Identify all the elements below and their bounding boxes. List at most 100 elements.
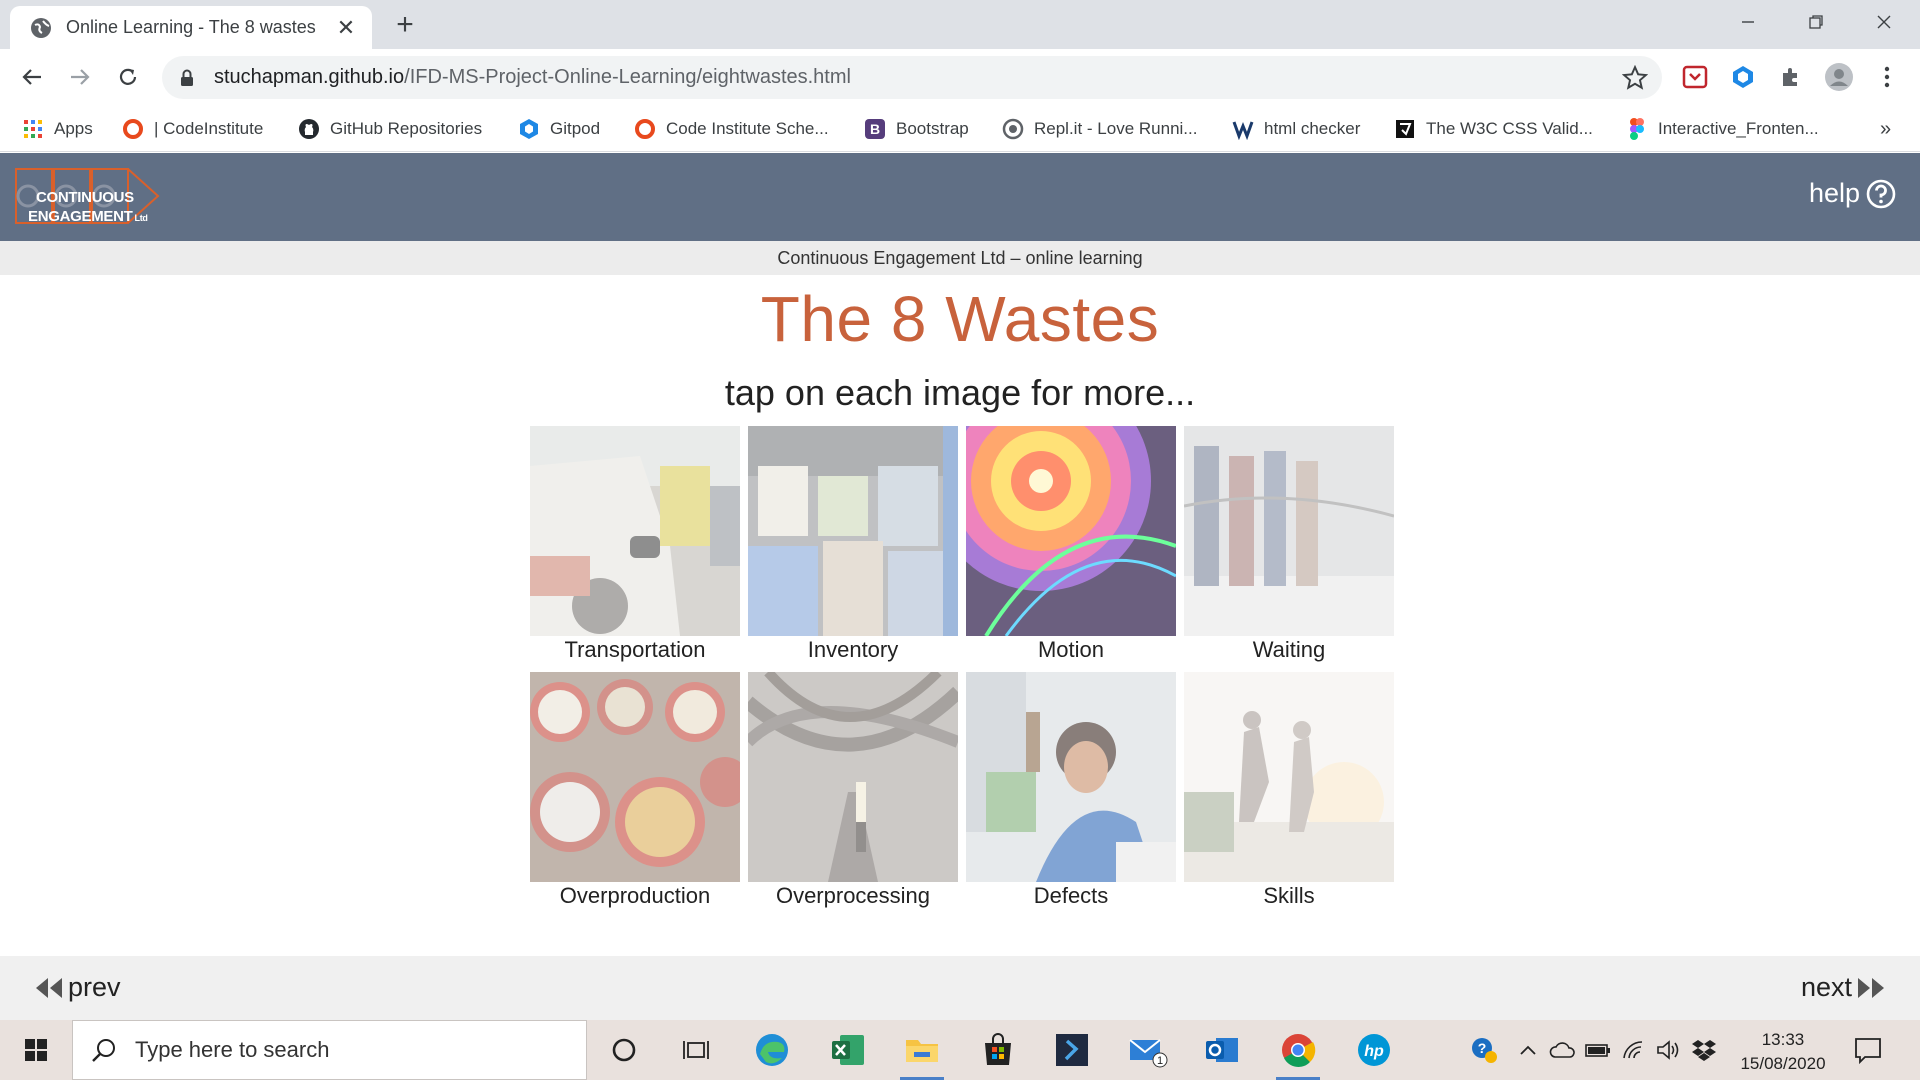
transportation-image[interactable] bbox=[530, 426, 740, 636]
waste-label: Motion bbox=[1037, 637, 1105, 662]
mail-icon[interactable]: 1 bbox=[1126, 1028, 1170, 1072]
search-placeholder: Type here to search bbox=[135, 1037, 330, 1062]
outlook-icon[interactable] bbox=[1200, 1028, 1244, 1072]
window-close-icon[interactable] bbox=[1850, 0, 1918, 44]
pocket-extension-icon[interactable] bbox=[1680, 62, 1710, 92]
skills-image[interactable] bbox=[1184, 672, 1394, 882]
wastes-grid: Transportation Inventory Motion Waiting … bbox=[530, 426, 1394, 916]
help-tray-icon[interactable]: ? bbox=[1470, 1034, 1498, 1066]
onedrive-icon[interactable] bbox=[1548, 1034, 1576, 1066]
company-logo[interactable]: CONTINUOUS ENGAGEMENT Ltd bbox=[14, 165, 176, 229]
next-button[interactable]: next bbox=[1801, 972, 1886, 1003]
bootstrap-icon: B bbox=[864, 118, 886, 140]
svg-text:B: B bbox=[870, 121, 880, 137]
wifi-icon[interactable] bbox=[1620, 1034, 1648, 1066]
browser-tab[interactable]: Online Learning - The 8 wastes ✕ bbox=[10, 6, 372, 49]
excel-icon[interactable] bbox=[826, 1028, 870, 1072]
gitpod-extension-icon[interactable] bbox=[1728, 62, 1758, 92]
bookmark-w3c-css[interactable]: The W3C CSS Valid... bbox=[1394, 114, 1593, 144]
page-navigation: prev next bbox=[0, 956, 1920, 1022]
tab-title: Online Learning - The 8 wastes bbox=[66, 17, 316, 37]
cortana-icon[interactable] bbox=[602, 1028, 646, 1072]
chrome-taskbar-icon[interactable] bbox=[1276, 1028, 1320, 1080]
waste-label: Overprocessing bbox=[775, 883, 931, 908]
page-title: The 8 Wastes bbox=[760, 283, 1160, 355]
close-tab-icon[interactable]: ✕ bbox=[334, 15, 358, 40]
prev-button[interactable]: prev bbox=[34, 972, 121, 1003]
bookmarks-more-button[interactable]: » bbox=[1880, 114, 1891, 144]
reload-icon[interactable] bbox=[108, 57, 148, 97]
waste-card-waiting[interactable]: Waiting bbox=[1184, 426, 1394, 666]
waste-card-inventory[interactable]: Inventory bbox=[748, 426, 958, 666]
clock-date: 15/08/2020 bbox=[1740, 1054, 1826, 1073]
task-view-icon[interactable] bbox=[674, 1028, 718, 1072]
waste-label: Inventory bbox=[807, 637, 899, 662]
waste-card-overproduction[interactable]: Overproduction bbox=[530, 672, 740, 912]
waste-card-transportation[interactable]: Transportation bbox=[530, 426, 740, 666]
url-path: /IFD-MS-Project-Online-Learning/eightwas… bbox=[404, 66, 851, 88]
bookmark-codeinstitute[interactable]: | CodeInstitute bbox=[122, 114, 263, 144]
waiting-image[interactable] bbox=[1184, 426, 1394, 636]
logo-text: CONTINUOUS ENGAGEMENT Ltd bbox=[28, 188, 178, 228]
lock-icon bbox=[180, 68, 196, 88]
system-clock[interactable]: 13:33 15/08/2020 bbox=[1728, 1028, 1838, 1076]
bookmark-gitpod[interactable]: Gitpod bbox=[518, 114, 600, 144]
new-tab-button[interactable]: + bbox=[390, 8, 420, 41]
bookmark-github[interactable]: GitHub Repositories bbox=[298, 114, 482, 144]
hp-support-icon[interactable]: hp bbox=[1352, 1028, 1396, 1072]
minimize-icon[interactable] bbox=[1714, 0, 1782, 44]
bookmark-replit[interactable]: Repl.it - Love Runni... bbox=[1002, 114, 1197, 144]
waste-card-defects[interactable]: Defects bbox=[966, 672, 1176, 912]
page-subtitle: tap on each image for more... bbox=[724, 372, 1196, 413]
bookmark-label: Gitpod bbox=[550, 119, 601, 138]
restore-icon[interactable] bbox=[1782, 0, 1850, 44]
bookmark-interactive-frontend[interactable]: Interactive_Fronten... bbox=[1626, 114, 1819, 144]
windows-taskbar: Type here to search 1 hp ? 13:33 15/08/2… bbox=[0, 1020, 1920, 1080]
w3c-icon bbox=[1232, 118, 1254, 140]
search-icon bbox=[92, 1039, 115, 1062]
bookmark-codeinstitute-schedule[interactable]: Code Institute Sche... bbox=[634, 114, 829, 144]
notification-center-icon[interactable] bbox=[1852, 1034, 1884, 1066]
extensions-puzzle-icon[interactable] bbox=[1776, 62, 1806, 92]
svg-text:?: ? bbox=[1478, 1040, 1487, 1056]
bookmark-label: Bootstrap bbox=[896, 119, 969, 138]
codeinstitute-icon bbox=[634, 118, 656, 140]
file-explorer-icon[interactable] bbox=[900, 1028, 944, 1080]
defects-image[interactable] bbox=[966, 672, 1176, 882]
back-arrow-icon[interactable] bbox=[12, 57, 52, 97]
bookmark-html-checker[interactable]: html checker bbox=[1232, 114, 1360, 144]
waste-card-motion[interactable]: Motion bbox=[966, 426, 1176, 666]
chrome-menu-icon[interactable] bbox=[1872, 62, 1902, 92]
bookmark-label: Interactive_Fronten... bbox=[1658, 119, 1819, 138]
address-bar[interactable]: stuchapman.github.io/IFD-MS-Project-Onli… bbox=[162, 56, 1662, 99]
volume-icon[interactable] bbox=[1654, 1034, 1682, 1066]
codeinstitute-icon bbox=[122, 118, 144, 140]
overproduction-image[interactable] bbox=[530, 672, 740, 882]
chevron-up-icon[interactable] bbox=[1514, 1034, 1542, 1066]
profile-avatar-icon[interactable] bbox=[1824, 62, 1854, 92]
windows-start-icon[interactable] bbox=[0, 1020, 72, 1080]
forward-arrow-icon[interactable] bbox=[60, 57, 100, 97]
bookmark-label: Repl.it - Love Runni... bbox=[1034, 119, 1198, 138]
help-link[interactable]: help bbox=[1809, 178, 1896, 209]
github-icon bbox=[298, 118, 320, 140]
bookmark-bootstrap[interactable]: B Bootstrap bbox=[864, 114, 969, 144]
inventory-image[interactable] bbox=[748, 426, 958, 636]
svg-text:hp: hp bbox=[1364, 1043, 1384, 1060]
waste-card-skills[interactable]: Skills bbox=[1184, 672, 1394, 912]
logo-suffix: Ltd bbox=[134, 213, 148, 223]
bookmark-apps[interactable]: Apps bbox=[22, 114, 93, 144]
clock-time: 13:33 bbox=[1761, 1030, 1805, 1049]
microsoft-store-icon[interactable] bbox=[976, 1028, 1020, 1072]
battery-icon[interactable] bbox=[1584, 1034, 1612, 1066]
edge-browser-icon[interactable] bbox=[750, 1028, 794, 1072]
taskbar-search-box[interactable]: Type here to search bbox=[72, 1020, 587, 1080]
motion-image[interactable] bbox=[966, 426, 1176, 636]
double-chevron-right-icon bbox=[1858, 977, 1884, 998]
overprocessing-image[interactable] bbox=[748, 672, 958, 882]
mail-badge-count: 1 bbox=[1157, 1055, 1163, 1067]
dropbox-icon[interactable] bbox=[1690, 1034, 1718, 1066]
bookmark-star-icon[interactable] bbox=[1622, 65, 1648, 91]
waste-card-overprocessing[interactable]: Overprocessing bbox=[748, 672, 958, 912]
powershell-icon[interactable] bbox=[1050, 1028, 1094, 1072]
